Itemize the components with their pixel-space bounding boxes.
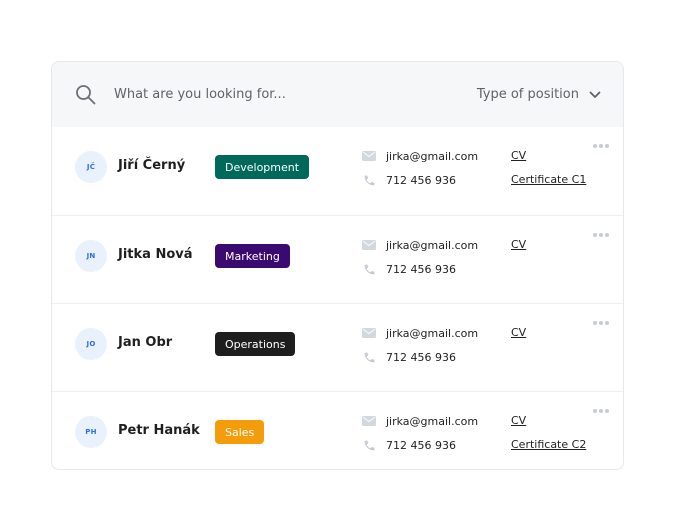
- candidate-name: Jiří Černý: [118, 158, 186, 173]
- search-input[interactable]: [114, 87, 414, 102]
- email-contact: jirka@gmail.com: [362, 149, 478, 163]
- document-link-cv[interactable]: CV: [511, 414, 526, 427]
- more-dots-icon: [599, 144, 603, 148]
- phone-contact: 712 456 936: [362, 438, 456, 452]
- document-link-cv[interactable]: CV: [511, 326, 526, 339]
- mail-icon: [362, 414, 376, 428]
- phone-text: 712 456 936: [386, 438, 456, 452]
- more-dots-icon: [605, 409, 609, 413]
- more-options-button[interactable]: [593, 409, 609, 413]
- phone-text: 712 456 936: [386, 350, 456, 364]
- email-text: jirka@gmail.com: [386, 238, 479, 252]
- mail-icon: [362, 149, 376, 163]
- more-dots-icon: [593, 233, 597, 237]
- more-dots-icon: [605, 233, 609, 237]
- more-dots-icon: [599, 321, 603, 325]
- phone-contact: 712 456 936: [362, 350, 456, 364]
- phone-icon: [362, 438, 376, 452]
- more-dots-icon: [599, 233, 603, 237]
- phone-contact: 712 456 936: [362, 173, 456, 187]
- more-dots-icon: [599, 409, 603, 413]
- candidate-name: Jan Obr: [118, 335, 173, 350]
- candidates-card: Type of position JČ Jiří Černý Developme…: [51, 61, 624, 470]
- email-text: jirka@gmail.com: [386, 149, 479, 163]
- document-link-cv[interactable]: CV: [511, 238, 526, 251]
- candidate-row: JČ Jiří Černý Development jirka@gmail.co…: [52, 127, 623, 215]
- mail-icon: [362, 238, 376, 252]
- phone-text: 712 456 936: [386, 262, 456, 276]
- avatar-initials: PH: [85, 428, 97, 436]
- document-link-certificate[interactable]: Certificate C1: [511, 173, 586, 186]
- position-tag: Sales: [215, 420, 265, 444]
- phone-text: 712 456 936: [386, 173, 456, 187]
- candidate-name: Jitka Nová: [118, 247, 193, 262]
- search-bar: Type of position: [52, 62, 623, 127]
- phone-icon: [362, 173, 376, 187]
- more-options-button[interactable]: [593, 233, 609, 237]
- position-type-dropdown[interactable]: Type of position: [477, 62, 601, 127]
- avatar-initials: JČ: [86, 163, 96, 171]
- candidate-name: Petr Hanák: [118, 423, 200, 438]
- more-dots-icon: [593, 144, 597, 148]
- email-contact: jirka@gmail.com: [362, 238, 478, 252]
- position-type-label: Type of position: [476, 87, 579, 102]
- position-tag: Development: [215, 155, 310, 179]
- email-contact: jirka@gmail.com: [362, 414, 478, 428]
- avatar: JN: [75, 240, 107, 272]
- avatar: JČ: [75, 151, 107, 183]
- chevron-down-icon: [589, 91, 601, 99]
- mail-icon: [362, 326, 376, 340]
- position-tag: Marketing: [215, 244, 290, 268]
- avatar: JO: [75, 328, 107, 360]
- candidate-row: PH Petr Hanák Sales jirka@gmail.com 712 …: [52, 391, 623, 469]
- document-link-cv[interactable]: CV: [511, 149, 526, 162]
- more-options-button[interactable]: [593, 144, 609, 148]
- candidate-row: JO Jan Obr Operations jirka@gmail.com 71…: [52, 303, 623, 391]
- more-dots-icon: [605, 144, 609, 148]
- email-contact: jirka@gmail.com: [362, 326, 478, 340]
- avatar-initials: JO: [86, 340, 96, 348]
- search-icon: [74, 83, 98, 107]
- phone-icon: [362, 262, 376, 276]
- position-tag: Operations: [215, 332, 296, 356]
- more-dots-icon: [593, 321, 597, 325]
- phone-icon: [362, 350, 376, 364]
- email-text: jirka@gmail.com: [386, 326, 479, 340]
- more-dots-icon: [593, 409, 597, 413]
- candidate-row: JN Jitka Nová Marketing jirka@gmail.com …: [52, 215, 623, 303]
- email-text: jirka@gmail.com: [386, 414, 479, 428]
- avatar-initials: JN: [86, 252, 96, 260]
- more-dots-icon: [605, 321, 609, 325]
- more-options-button[interactable]: [593, 321, 609, 325]
- phone-contact: 712 456 936: [362, 262, 456, 276]
- document-link-certificate[interactable]: Certificate C2: [511, 438, 586, 451]
- avatar: PH: [75, 416, 107, 448]
